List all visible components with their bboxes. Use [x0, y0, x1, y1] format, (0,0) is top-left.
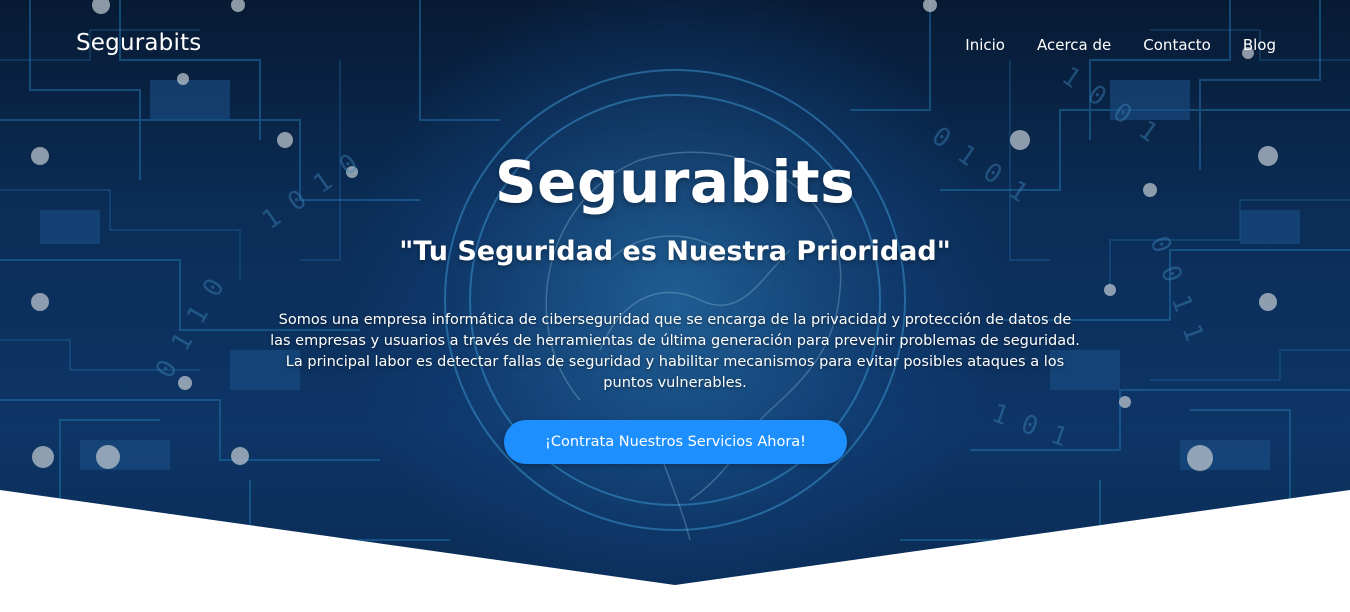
nav-link-acerca-de[interactable]: Acerca de: [1037, 36, 1111, 54]
nav-link-contacto[interactable]: Contacto: [1143, 36, 1211, 54]
nav-menu: Inicio Acerca de Contacto Blog: [965, 36, 1276, 54]
hero-description: Somos una empresa informática de ciberse…: [270, 312, 1080, 391]
brand-logo-text[interactable]: Segurabits: [76, 30, 201, 56]
page: 0 1 0 1 1 0 0 1 0 0 1 1 1 0 1 0 0 1 1 0 …: [0, 0, 1350, 612]
svg-text:0 1 1 0: 0 1 1 0: [150, 274, 231, 384]
svg-text:1 0 1: 1 0 1: [988, 398, 1072, 453]
nav-link-blog[interactable]: Blog: [1243, 36, 1276, 54]
hero-tagline: "Tu Seguridad es Nuestra Prioridad": [399, 236, 951, 267]
top-navigation: Segurabits Inicio Acerca de Contacto Blo…: [0, 0, 1350, 92]
hero-title: Segurabits: [494, 148, 856, 216]
nav-link-inicio[interactable]: Inicio: [965, 36, 1005, 54]
hire-services-button[interactable]: ¡Contrata Nuestros Servicios Ahora!: [504, 420, 847, 464]
